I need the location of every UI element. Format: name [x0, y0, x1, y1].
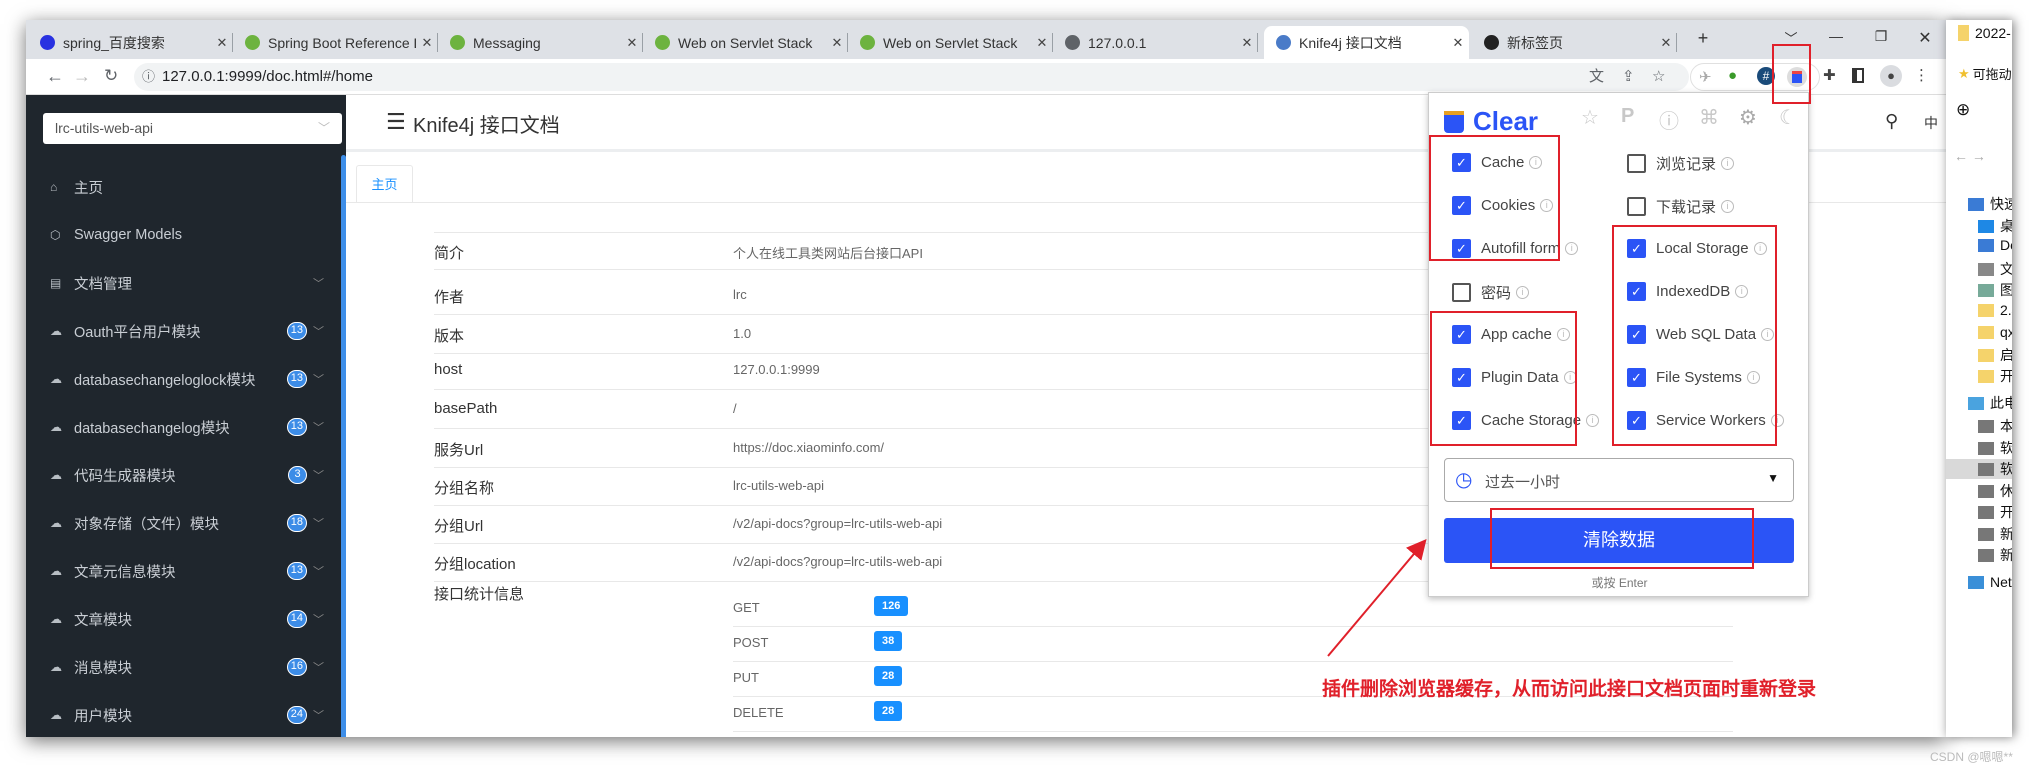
explorer-pin[interactable]: ★ 可拖动 [1958, 64, 2012, 83]
explorer-item-label: Do [2000, 237, 2012, 253]
explorer-item-label: 启 [2000, 347, 2012, 363]
explorer-item-label: 此电 [1990, 395, 2012, 411]
explorer-nav-item[interactable]: 快速 [1968, 194, 2012, 214]
new-button[interactable]: ⊕ [1956, 100, 1970, 120]
explorer-nav-item[interactable]: qx [1978, 324, 2012, 340]
explorer-item-label: 软 [2000, 440, 2012, 456]
back-icon[interactable]: ← → [1954, 148, 1986, 164]
drive-icon [1978, 441, 1994, 455]
explorer-item-label: 快速 [1990, 196, 2012, 212]
drive-icon [1978, 505, 1994, 519]
explorer-item-label: 桌 [2000, 218, 2012, 234]
explorer-nav-item[interactable]: 休 [1978, 481, 2012, 501]
file-explorer-window: 2022- ★可拖动 ⊕ ← → 快速桌Do文图2.4qx启开此电本软软休开新新… [1946, 20, 2012, 737]
explorer-item-label: 文 [2000, 261, 2012, 277]
document-icon [1978, 262, 1994, 276]
explorer-item-label: 2.4 [2000, 302, 2012, 318]
explorer-item-label: qx [2000, 324, 2012, 340]
explorer-title-text: 2022- [1975, 25, 2011, 41]
explorer-nav-item[interactable]: 开 [1978, 502, 2012, 522]
explorer-nav-item[interactable]: 桌 [1978, 216, 2012, 236]
explorer-item-label: 新 [2000, 526, 2012, 542]
download-icon [1978, 238, 1994, 252]
folder-icon [1978, 348, 1994, 362]
explorer-nav-item[interactable]: 此电 [1968, 393, 2012, 413]
explorer-nav-item[interactable]: 2.4 [1978, 302, 2012, 318]
watermark: CSDN @嗯嗯** [1930, 750, 2013, 764]
folder-icon [1978, 369, 1994, 383]
drive-icon [1978, 548, 1994, 562]
explorer-item-label: 新 [2000, 547, 2012, 563]
explorer-item-label: 图 [2000, 282, 2012, 298]
star-icon: ★ [1958, 65, 1970, 81]
explorer-nav-item[interactable]: 图 [1978, 280, 2012, 300]
explorer-nav-item[interactable]: 新 [1978, 545, 2012, 565]
quick-access-icon [1968, 197, 1984, 211]
drive-icon [1978, 484, 1994, 498]
pin-text: 可拖动 [1972, 67, 2012, 82]
explorer-item-label: 软 [2000, 461, 2012, 477]
explorer-nav-item[interactable]: 新 [1978, 524, 2012, 544]
explorer-item-label: 本 [2000, 418, 2012, 434]
explorer-nav-item[interactable]: Net [1968, 574, 2012, 590]
explorer-nav-item[interactable]: 软 [1978, 438, 2012, 458]
this-pc-icon [1968, 396, 1984, 410]
explorer-item-label: Net [1990, 574, 2012, 590]
picture-icon [1978, 283, 1994, 297]
drive-icon [1978, 462, 1994, 476]
explorer-nav-item[interactable]: 本 [1978, 416, 2012, 436]
annotation-arrow [1327, 538, 1427, 657]
explorer-nav-item[interactable]: 软 [1946, 459, 2012, 479]
explorer-title: 2022- [1958, 25, 2011, 41]
explorer-item-label: 休 [2000, 483, 2012, 499]
desktop-icon [1978, 219, 1994, 233]
network-icon [1968, 575, 1984, 589]
explorer-nav-item[interactable]: 开 [1978, 366, 2012, 386]
explorer-item-label: 开 [2000, 504, 2012, 520]
explorer-nav-item[interactable]: 文 [1978, 259, 2012, 279]
folder-icon [1978, 325, 1994, 339]
explorer-nav-item[interactable]: 启 [1978, 345, 2012, 365]
explorer-nav-item[interactable]: Do [1978, 237, 2012, 253]
folder-icon [1958, 25, 1969, 41]
explorer-item-label: 开 [2000, 368, 2012, 384]
drive-icon [1978, 527, 1994, 541]
folder-icon [1978, 303, 1994, 317]
annotation-text: 插件删除浏览器缓存，从而访问此接口文档页面时重新登录 [1322, 679, 1817, 700]
drive-icon [1978, 419, 1994, 433]
